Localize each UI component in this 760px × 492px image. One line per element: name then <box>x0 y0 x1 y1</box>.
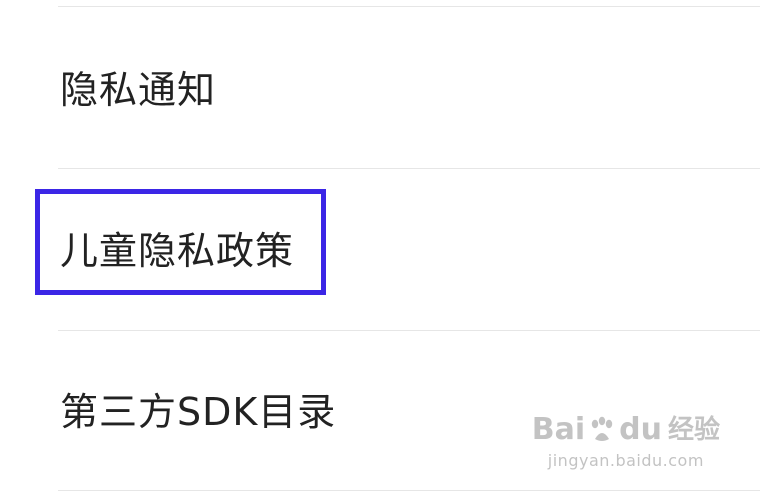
baidu-logo: Bai du 经验 <box>532 415 720 445</box>
list-item-children-privacy-policy[interactable]: 儿童隐私政策 <box>0 169 760 330</box>
baidu-jingyan-watermark: Bai du 经验 jingyan.baidu.com <box>532 415 720 471</box>
logo-text-left: Bai <box>531 412 586 447</box>
logo-text-cn: 经验 <box>667 415 720 445</box>
privacy-notice-label: 隐私通知 <box>60 68 217 112</box>
third-party-sdk-directory-label: 第三方SDK目录 <box>60 390 337 434</box>
settings-screen: 隐私通知 儿童隐私政策 第三方SDK目录 Bai du 经验 jingyan.b… <box>0 0 760 492</box>
logo-text-right: du <box>619 412 662 447</box>
children-privacy-policy-label: 儿童隐私政策 <box>60 229 295 273</box>
list-item-privacy-notice[interactable]: 隐私通知 <box>0 7 760 168</box>
paw-icon <box>587 415 617 445</box>
divider-bottom <box>58 490 760 491</box>
watermark-site: jingyan.baidu.com <box>547 451 704 470</box>
